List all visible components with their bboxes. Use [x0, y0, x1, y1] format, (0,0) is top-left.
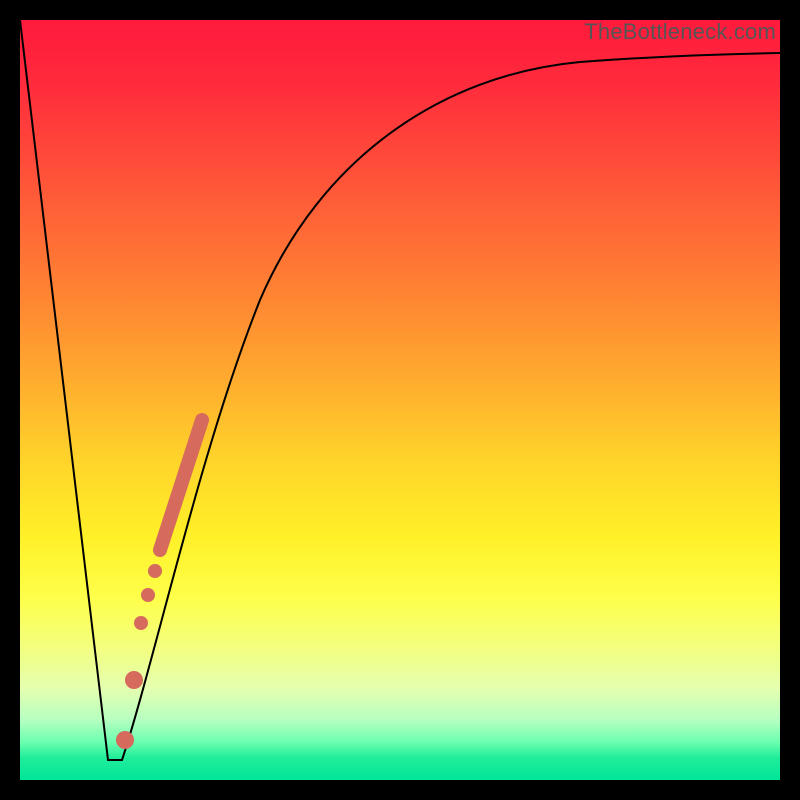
- highlight-dot: [116, 731, 134, 749]
- highlight-dot: [148, 564, 162, 578]
- highlight-dot: [141, 588, 155, 602]
- highlight-dot: [125, 671, 143, 689]
- highlight-dot: [134, 616, 148, 630]
- v-curve-line: [20, 20, 780, 760]
- plot-area: TheBottleneck.com: [20, 20, 780, 780]
- chart-svg: [20, 20, 780, 780]
- chart-frame: TheBottleneck.com: [0, 0, 800, 800]
- highlight-segment: [160, 420, 202, 550]
